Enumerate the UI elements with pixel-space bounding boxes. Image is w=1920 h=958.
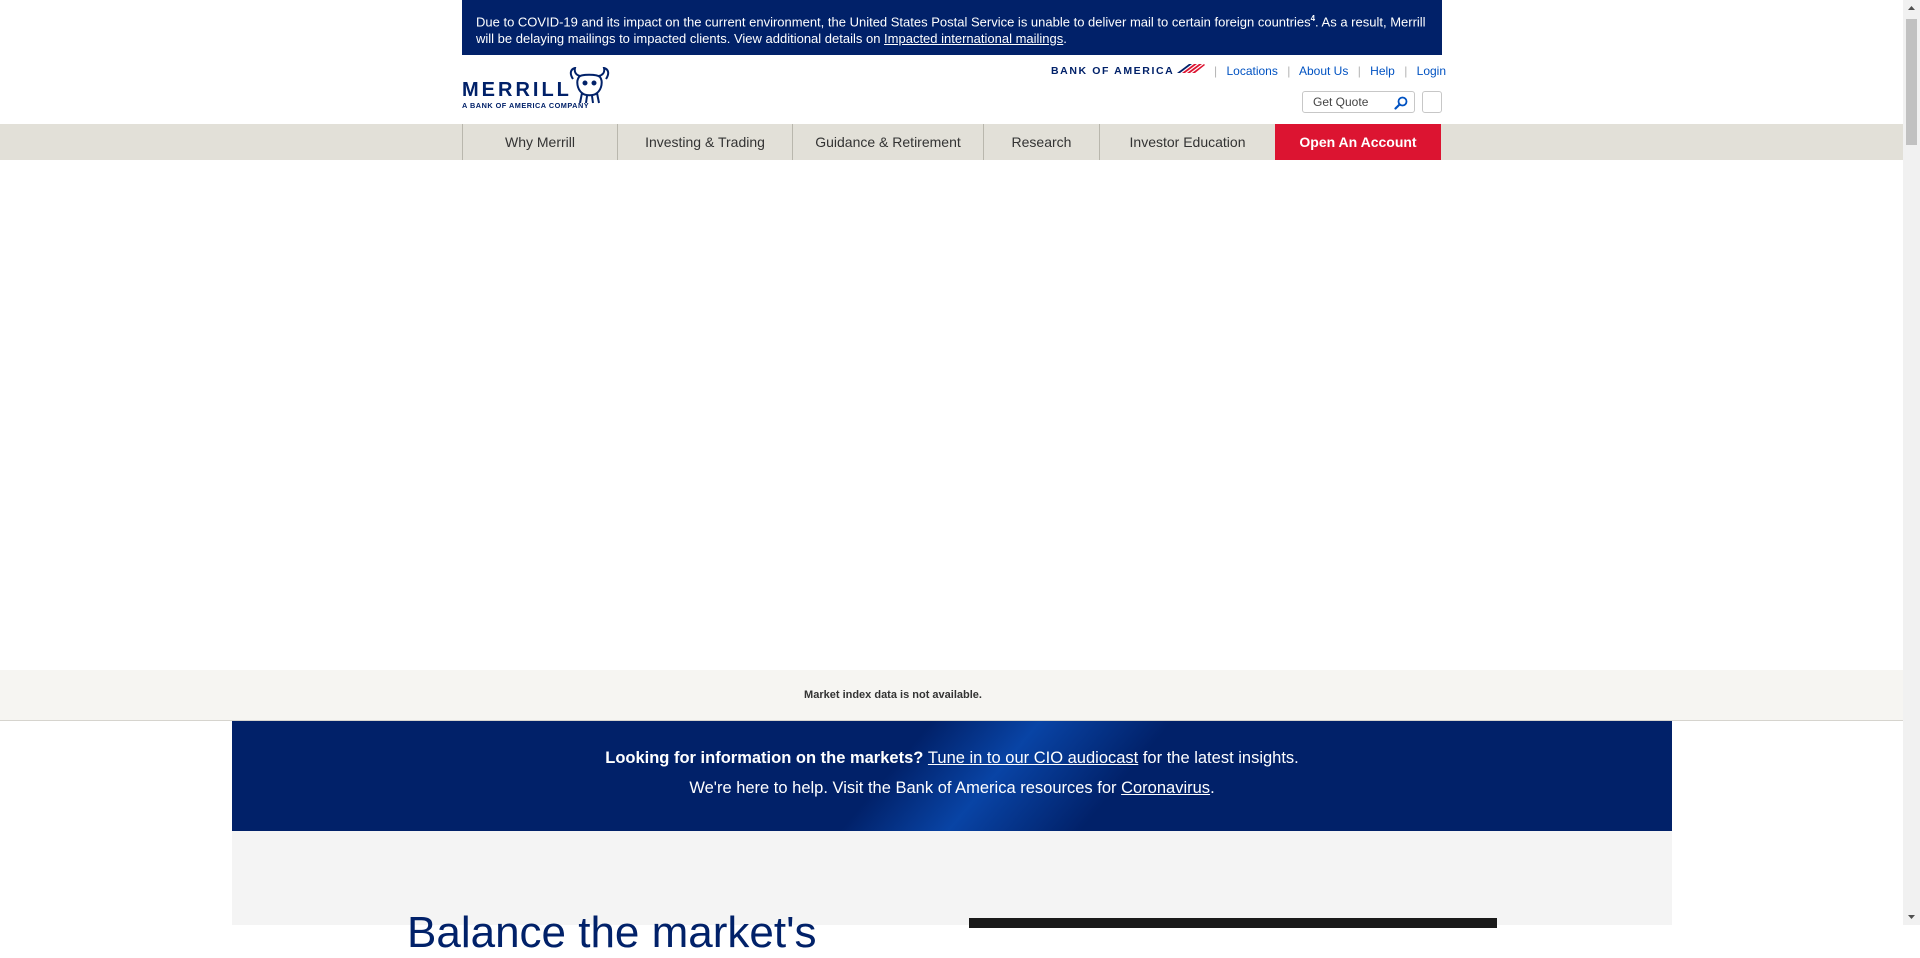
alert-text: Due to COVID-19 and its impact on the cu… bbox=[476, 14, 1311, 30]
divider: | bbox=[1287, 64, 1291, 78]
impacted-mailings-link[interactable]: Impacted international mailings bbox=[884, 31, 1063, 46]
banner-question: Looking for information on the markets? bbox=[605, 749, 924, 767]
bull-icon bbox=[569, 67, 610, 104]
open-account-button[interactable]: Open An Account bbox=[1275, 124, 1441, 160]
help-link[interactable]: Help bbox=[1370, 64, 1395, 78]
banner-line-2: We're here to help. Visit the Bank of Am… bbox=[232, 779, 1672, 798]
main-nav: Why Merrill Investing & Trading Guidance… bbox=[0, 124, 1903, 160]
scroll-up-icon[interactable] bbox=[1903, 0, 1920, 17]
get-quote-input[interactable] bbox=[1303, 92, 1393, 112]
nav-research[interactable]: Research bbox=[983, 124, 1099, 160]
banner-line-1: Looking for information on the markets? … bbox=[232, 749, 1672, 768]
nav-investing-trading[interactable]: Investing & Trading bbox=[617, 124, 792, 160]
cio-audiocast-link[interactable]: Tune in to our CIO audiocast bbox=[928, 749, 1138, 767]
divider: | bbox=[1357, 64, 1361, 78]
banner-line-2-text: We're here to help. Visit the Bank of Am… bbox=[689, 779, 1122, 797]
alert-text-end: . bbox=[1063, 30, 1067, 46]
merrill-logo[interactable]: MERRILL A BANK OF AMERICA COMPANY bbox=[462, 67, 614, 111]
banner-line-2-end: . bbox=[1210, 779, 1215, 797]
nav-why-merrill[interactable]: Why Merrill bbox=[462, 124, 617, 160]
nav-guidance-retirement[interactable]: Guidance & Retirement bbox=[792, 124, 983, 160]
covid-alert-banner: Due to COVID-19 and its impact on the cu… bbox=[462, 0, 1442, 55]
hero-section: Balance the market's bbox=[232, 831, 1672, 957]
hero-video[interactable] bbox=[969, 918, 1497, 928]
nav-investor-education[interactable]: Investor Education bbox=[1099, 124, 1275, 160]
utility-nav: | Locations | About Us | Help | Login bbox=[1208, 64, 1446, 78]
scrollbar-thumb[interactable] bbox=[1906, 19, 1917, 145]
flag-icon bbox=[1177, 64, 1205, 73]
boa-wordmark: BANK OF AMERICA bbox=[1051, 65, 1175, 77]
hero-headline: Balance the market's bbox=[407, 908, 817, 957]
banner-line-1-rest: for the latest insights. bbox=[1138, 749, 1299, 767]
about-us-link[interactable]: About Us bbox=[1299, 64, 1348, 78]
get-quote-box bbox=[1302, 91, 1415, 113]
logo-wordmark: MERRILL bbox=[462, 79, 572, 101]
banner-stripe bbox=[798, 721, 1206, 831]
markets-info-banner: Looking for information on the markets? … bbox=[232, 721, 1672, 831]
scroll-down-icon[interactable] bbox=[1903, 908, 1920, 925]
login-link[interactable]: Login bbox=[1417, 64, 1446, 78]
coronavirus-link[interactable]: Coronavirus bbox=[1121, 779, 1210, 797]
search-icon[interactable] bbox=[1394, 96, 1408, 110]
bank-of-america-logo[interactable]: BANK OF AMERICA bbox=[1051, 61, 1205, 77]
menu-icon[interactable] bbox=[1422, 91, 1442, 113]
market-index-strip: Market index data is not available. bbox=[0, 670, 1903, 721]
locations-link[interactable]: Locations bbox=[1226, 64, 1277, 78]
divider: | bbox=[1404, 64, 1408, 78]
divider: | bbox=[1214, 64, 1218, 78]
page-scrollbar[interactable] bbox=[1903, 0, 1920, 925]
market-unavailable-message: Market index data is not available. bbox=[804, 689, 982, 701]
